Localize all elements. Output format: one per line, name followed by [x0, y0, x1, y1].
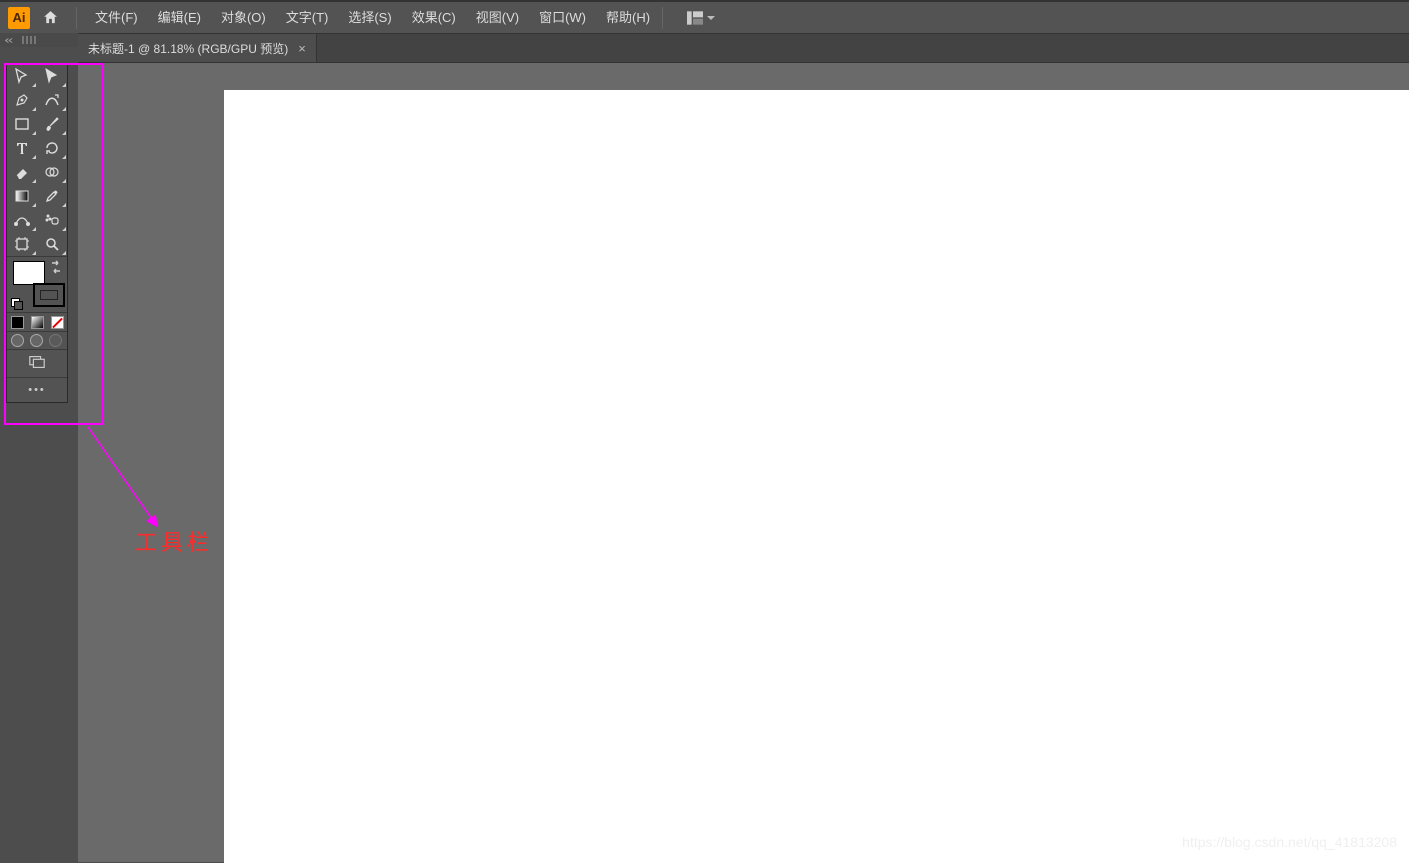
- screen-mode-button[interactable]: [7, 349, 67, 377]
- menu-type[interactable]: 文字(T): [276, 1, 339, 34]
- tool-grid: [7, 64, 67, 256]
- watermark: https://blog.csdn.net/qq_41813208: [1182, 834, 1397, 850]
- paintbrush-tool[interactable]: [37, 112, 67, 136]
- separator: [662, 7, 663, 29]
- artboard[interactable]: [224, 90, 1409, 863]
- curvature-tool[interactable]: [37, 88, 67, 112]
- menu-object[interactable]: 对象(O): [211, 1, 276, 34]
- menu-select[interactable]: 选择(S): [338, 1, 401, 34]
- type-tool[interactable]: [7, 136, 37, 160]
- close-icon[interactable]: ×: [298, 41, 306, 56]
- separator: [76, 7, 77, 29]
- menu-window[interactable]: 窗口(W): [529, 1, 596, 34]
- annotation-label: 工具栏: [135, 525, 213, 557]
- document-tab-title: 未标题-1 @ 81.18% (RGB/GPU 预览): [88, 40, 288, 57]
- swap-fill-stroke-icon[interactable]: [49, 260, 63, 274]
- artboard-tool[interactable]: [7, 232, 37, 256]
- menu-help[interactable]: 帮助(H): [596, 1, 660, 34]
- symbol-sprayer-tool[interactable]: [37, 208, 67, 232]
- panel-collapse-bar[interactable]: «: [0, 33, 78, 47]
- document-tab[interactable]: 未标题-1 @ 81.18% (RGB/GPU 预览) ×: [78, 34, 317, 62]
- toolbar: •••: [6, 63, 68, 403]
- color-mode-row: [7, 312, 67, 331]
- menu-edit[interactable]: 编辑(E): [148, 1, 211, 34]
- chevron-down-icon: [707, 16, 715, 24]
- collapse-chevron-icon: «: [4, 35, 13, 46]
- zoom-tool[interactable]: [37, 232, 67, 256]
- draw-inside-icon[interactable]: [49, 334, 62, 347]
- fill-stroke-control[interactable]: [7, 256, 67, 312]
- document-tab-bar: 未标题-1 @ 81.18% (RGB/GPU 预览) ×: [78, 33, 1409, 63]
- workspace-switcher[interactable]: [687, 11, 715, 25]
- eraser-tool[interactable]: [7, 160, 37, 184]
- color-mode-none[interactable]: [47, 313, 67, 331]
- canvas-area[interactable]: [78, 63, 1409, 862]
- fill-swatch[interactable]: [13, 261, 45, 285]
- home-icon[interactable]: [40, 8, 60, 28]
- menu-effect[interactable]: 效果(C): [402, 1, 466, 34]
- menu-bar: Ai 文件(F) 编辑(E) 对象(O) 文字(T) 选择(S) 效果(C) 视…: [0, 0, 1409, 33]
- rectangle-tool[interactable]: [7, 112, 37, 136]
- edit-toolbar-button[interactable]: •••: [7, 377, 67, 402]
- direct-selection-tool[interactable]: [37, 64, 67, 88]
- menu-view[interactable]: 视图(V): [466, 1, 529, 34]
- app-logo: Ai: [8, 7, 30, 29]
- menu-file[interactable]: 文件(F): [85, 1, 148, 34]
- draw-mode-row: [7, 331, 67, 349]
- draw-behind-icon[interactable]: [30, 334, 43, 347]
- stroke-swatch[interactable]: [33, 283, 65, 307]
- selection-tool[interactable]: [7, 64, 37, 88]
- ellipsis-icon: •••: [28, 384, 46, 396]
- rotate-tool[interactable]: [37, 136, 67, 160]
- blend-tool[interactable]: [7, 208, 37, 232]
- draw-normal-icon[interactable]: [11, 334, 24, 347]
- screen-mode-icon: [28, 355, 46, 372]
- eyedropper-tool[interactable]: [37, 184, 67, 208]
- pen-tool[interactable]: [7, 88, 37, 112]
- color-mode-solid[interactable]: [7, 313, 27, 331]
- gradient-tool[interactable]: [7, 184, 37, 208]
- panel-grip-icon: [22, 36, 36, 44]
- color-mode-gradient[interactable]: [27, 313, 47, 331]
- default-fill-stroke-icon[interactable]: [11, 298, 23, 310]
- shape-builder-tool[interactable]: [37, 160, 67, 184]
